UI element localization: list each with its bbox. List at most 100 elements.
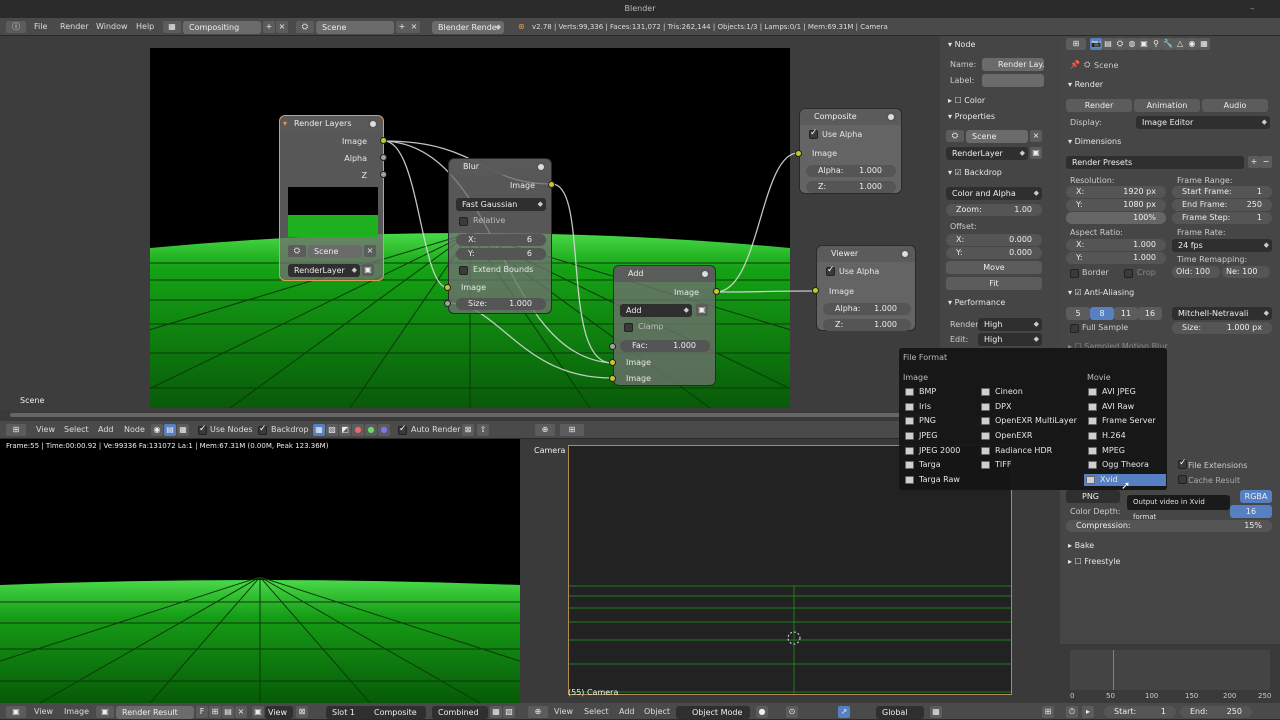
bake-panel-header[interactable]: ▸ Bake [1068, 541, 1094, 550]
menu-help[interactable]: Help [136, 21, 154, 33]
aa-samples-8[interactable]: 8 [1090, 307, 1114, 320]
image-unlink-icon[interactable]: × [235, 706, 247, 718]
add-screen-icon[interactable]: + [263, 21, 275, 33]
preset-remove-icon[interactable]: − [1260, 156, 1272, 168]
format-jpeg[interactable]: JPEG [903, 430, 937, 442]
socket-blur-image-input[interactable] [444, 284, 451, 291]
add-scene-icon[interactable]: + [396, 21, 408, 33]
dimensions-panel-header[interactable]: ▾ Dimensions [1068, 137, 1121, 146]
offset-x-field[interactable]: X: 0.000 [946, 234, 1042, 246]
node-composite-header[interactable]: Composite [800, 109, 901, 125]
tab-render-icon[interactable]: 📷 [1090, 38, 1102, 50]
aa-samples-5[interactable]: 5 [1066, 307, 1090, 320]
sidebar-backdrop-header[interactable]: ▾ ☑ Backdrop [948, 168, 1002, 177]
format-openexr-multilayer[interactable]: OpenEXR MultiLayer [979, 415, 1077, 427]
file-extensions-checkbox[interactable] [1178, 458, 1187, 469]
remap-old-field[interactable]: Old: 100 [1172, 266, 1220, 278]
tab-constraints-icon[interactable]: ⚲ [1150, 38, 1162, 50]
socket-blur-output[interactable] [548, 181, 555, 188]
backdrop-zoom-field[interactable]: Zoom: 1.00 [946, 204, 1042, 216]
format-dpx[interactable]: DPX [979, 401, 1011, 413]
fit-button[interactable]: Fit [946, 277, 1042, 290]
frame-rate-select[interactable]: 24 fps ◆ [1172, 239, 1272, 252]
socket-render-image[interactable] [380, 137, 387, 144]
image-pass-select[interactable]: Combined [432, 706, 488, 719]
start-frame-field[interactable]: Start Frame: 1 [1172, 186, 1272, 198]
composite-alpha-field[interactable]: Alpha: 1.000 [806, 165, 896, 177]
sidebar-color-header[interactable]: ▸ ☐ Color [948, 96, 985, 105]
remap-new-field[interactable]: Ne: 100 [1222, 266, 1270, 278]
editor-type-icon[interactable]: ⓘ [6, 21, 26, 33]
socket-add-image-1[interactable] [609, 359, 616, 366]
timeline[interactable]: 0 50 100 150 200 250 [1060, 644, 1280, 703]
frame-step-field[interactable]: Frame Step: 1 [1172, 212, 1272, 224]
properties-pin-icon[interactable]: 📌 [1070, 60, 1080, 69]
sidebar-scene-field[interactable]: Scene [966, 130, 1028, 143]
node-blur-header[interactable]: Blur [449, 159, 551, 175]
image-editor-type-icon[interactable]: ▣ [6, 706, 26, 718]
image-display-rgb-icon[interactable]: ▦ [490, 706, 502, 718]
render-panel-header[interactable]: ▾ Render [1068, 80, 1103, 89]
timeline-end-field[interactable]: End: 250 [1180, 706, 1252, 718]
resolution-x-field[interactable]: X: 1920 px [1066, 186, 1166, 198]
blur-relative-checkbox[interactable] [459, 217, 468, 226]
image-view-select[interactable]: View [265, 706, 293, 719]
properties-type-icon[interactable]: ⊞ [1066, 38, 1086, 50]
image-editor[interactable]: Frame:55 | Time:00:00.92 | Ve:99336 Fa:1… [0, 439, 520, 703]
resolution-y-field[interactable]: Y: 1080 px [1066, 199, 1166, 211]
format-jpeg2000[interactable]: JPEG 2000 [903, 445, 960, 457]
tab-world-icon[interactable]: ◍ [1126, 38, 1138, 50]
aspect-y-field[interactable]: Y: 1.000 [1066, 252, 1166, 264]
viewport-menu-select[interactable]: Select [584, 706, 609, 718]
tab-data-icon[interactable]: △ [1174, 38, 1186, 50]
viewer-alpha-field[interactable]: Alpha: 1.000 [823, 303, 911, 315]
layers-icon[interactable]: ▦ [930, 706, 942, 718]
color-depth-16-button[interactable]: 16 [1230, 505, 1272, 518]
remove-scene-icon[interactable]: × [408, 21, 420, 33]
performance-render-select[interactable]: High ◆ [978, 318, 1042, 331]
crop-checkbox[interactable] [1124, 269, 1133, 278]
scene-select[interactable]: Scene [316, 21, 394, 34]
menu-render[interactable]: Render [60, 21, 88, 33]
channel-green-icon[interactable]: ● [365, 424, 377, 436]
node-blur[interactable]: Blur Image Fast Gaussian ◆ Relative X: 6 Y… [448, 158, 552, 314]
format-frame-server[interactable]: Frame Server [1086, 415, 1156, 427]
aa-samples-16[interactable]: 16 [1138, 307, 1162, 320]
node-viewer-header[interactable]: Viewer [817, 246, 915, 262]
offset-y-field[interactable]: Y: 0.000 [946, 247, 1042, 259]
pin-icon[interactable]: ⊠ [462, 424, 474, 436]
node-menu-node[interactable]: Node [124, 424, 145, 436]
format-cineon[interactable]: Cineon [979, 386, 1023, 398]
render-layers-render-icon[interactable]: ▣ [362, 264, 374, 276]
backdrop-checkbox[interactable] [258, 424, 267, 435]
sidebar-layer-render-icon[interactable]: ▣ [1030, 147, 1042, 159]
display-select[interactable]: Image Editor ◆ [1136, 116, 1270, 129]
render-button[interactable]: Render [1066, 99, 1132, 112]
socket-composite-image[interactable] [795, 150, 802, 157]
format-targa-raw[interactable]: Targa Raw [903, 474, 960, 486]
aa-filter-select[interactable]: Mitchell-Netravali ◆ [1172, 307, 1272, 320]
blur-extend-checkbox[interactable] [459, 266, 468, 275]
sidebar-properties-header[interactable]: ▾ Properties [948, 112, 995, 121]
texture-nodes-icon[interactable]: ▦ [177, 424, 189, 436]
render-layers-clear-icon[interactable]: × [364, 245, 376, 257]
viewport-menu-add[interactable]: Add [619, 706, 635, 718]
transform-orientation-select[interactable]: Global [876, 706, 924, 719]
image-new-icon[interactable]: ⊞ [209, 706, 221, 718]
node-editor-scrollbar[interactable] [0, 410, 940, 420]
parent-icon[interactable]: ⇧ [477, 424, 489, 436]
screen-layout-icon[interactable]: ▦ [163, 21, 181, 33]
node-menu-view[interactable]: View [36, 424, 55, 436]
socket-add-fac[interactable] [609, 343, 616, 350]
node-menu-add[interactable]: Add [98, 424, 114, 436]
full-sample-checkbox[interactable] [1070, 324, 1079, 333]
tab-material-icon[interactable]: ◉ [1186, 38, 1198, 50]
format-radiance-hdr[interactable]: Radiance HDR [979, 445, 1052, 457]
channel-blue-icon[interactable]: ● [378, 424, 390, 436]
node-name-field[interactable]: Render Lay... [982, 58, 1044, 71]
file-format-select[interactable]: PNG [1066, 490, 1120, 503]
image-fake-user-button[interactable]: F [196, 706, 208, 718]
socket-render-z[interactable] [380, 171, 387, 178]
backdrop-rgb-icon[interactable]: ▦ [313, 424, 325, 436]
sidebar-layer-select[interactable]: RenderLayer ◆ [946, 147, 1028, 160]
